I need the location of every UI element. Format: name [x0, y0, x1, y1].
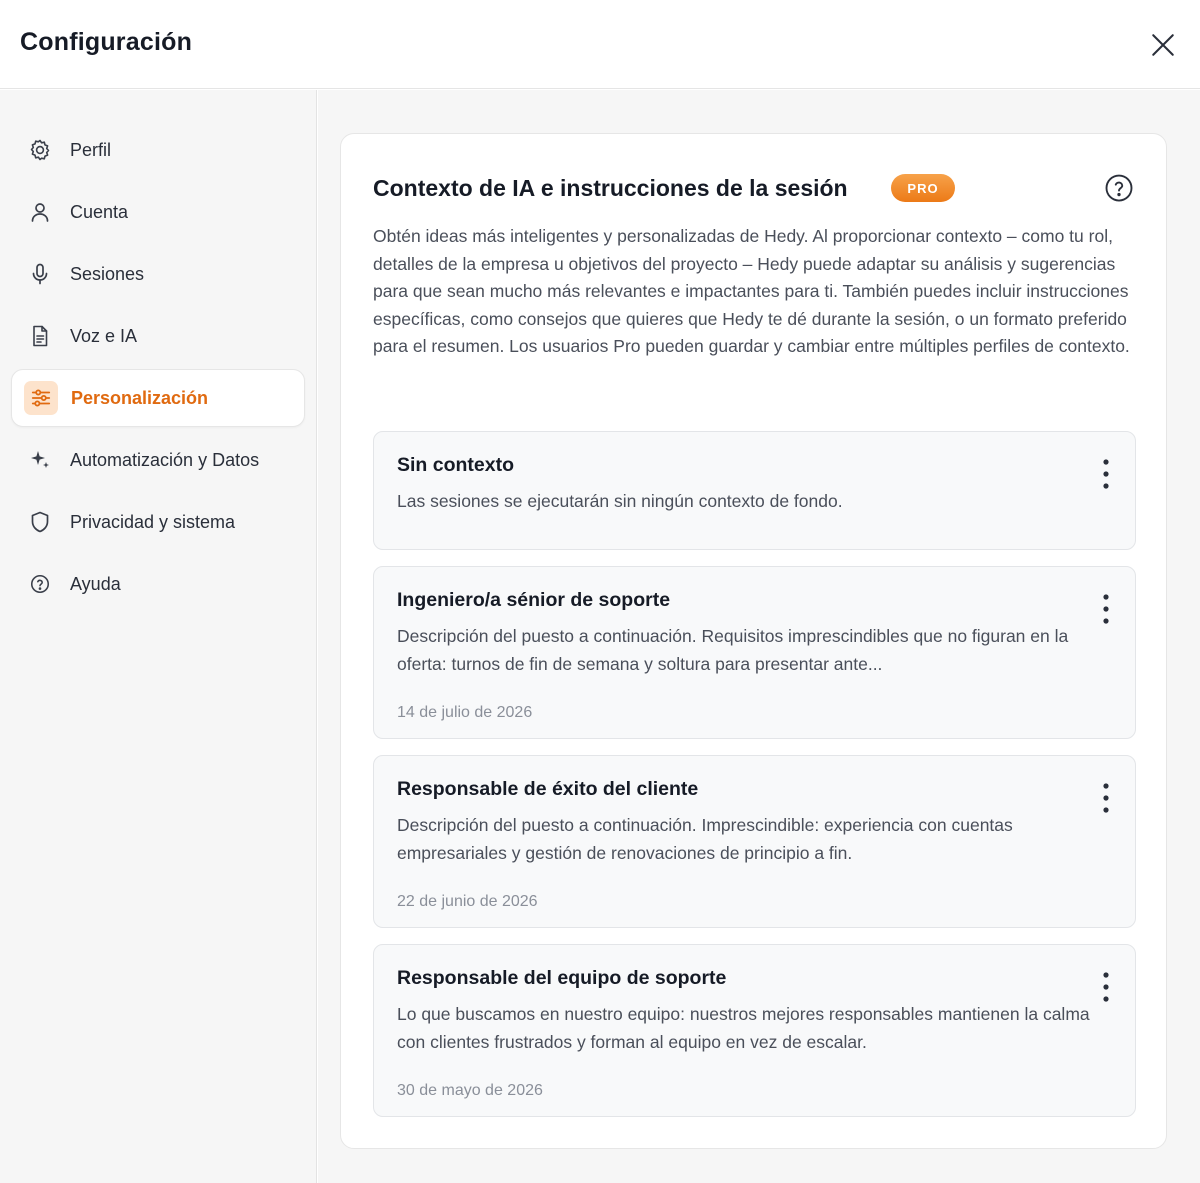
- help-circle-icon: [23, 567, 57, 601]
- more-vertical-icon: [1103, 783, 1109, 813]
- sidebar-item-label: Cuenta: [70, 201, 129, 222]
- more-vertical-icon: [1103, 594, 1109, 624]
- sidebar-item-cuenta[interactable]: Cuenta: [11, 183, 305, 241]
- sidebar-item-automatizacion[interactable]: Automatización y Datos: [11, 431, 305, 489]
- ai-context-panel: Contexto de IA e instrucciones de la ses…: [340, 133, 1167, 1149]
- sidebar-item-label: Voz e IA: [70, 325, 138, 346]
- pro-badge: PRO: [891, 174, 955, 202]
- section-title: Contexto de IA e instrucciones de la ses…: [373, 175, 848, 201]
- sidebar-item-label: Automatización y Datos: [70, 449, 260, 470]
- context-card-description: Descripción del puesto a continuación. R…: [397, 626, 1069, 674]
- close-button[interactable]: [1146, 28, 1180, 62]
- sidebar-item-ayuda[interactable]: Ayuda: [11, 555, 305, 613]
- main-content: Contexto de IA e instrucciones de la ses…: [318, 90, 1200, 1183]
- context-card-date: 14 de julio de 2026: [397, 704, 533, 721]
- sidebar-item-voz-e-ia[interactable]: Voz e IA: [11, 307, 305, 365]
- context-card[interactable]: Responsable del equipo de soporte Lo que…: [373, 944, 1136, 1117]
- context-card-date: 22 de junio de 2026: [397, 893, 538, 910]
- microphone-icon: [23, 257, 57, 291]
- help-circle-icon: [1105, 174, 1133, 202]
- page-title: Configuración: [20, 28, 193, 56]
- context-card-title: Ingeniero/a sénior de soporte: [397, 589, 671, 611]
- context-card-description: Lo que buscamos en nuestro equipo: nuest…: [397, 1004, 1090, 1052]
- sidebar-item-label: Sesiones: [70, 263, 145, 284]
- context-card-sin-contexto[interactable]: Sin contexto Las sesiones se ejecutarán …: [373, 431, 1136, 550]
- sidebar-item-sesiones[interactable]: Sesiones: [11, 245, 305, 303]
- gear-icon: [23, 133, 57, 167]
- sparkle-icon: [23, 443, 57, 477]
- sidebar-item-label: Ayuda: [70, 573, 121, 594]
- context-card-title: Responsable del equipo de soporte: [397, 967, 727, 989]
- sliders-icon: [24, 381, 58, 415]
- settings-sidebar: Perfil Cuenta Sesiones Voz e IA Personal…: [0, 90, 317, 1183]
- more-options-button[interactable]: [1092, 456, 1120, 492]
- more-options-button[interactable]: [1092, 780, 1120, 816]
- more-vertical-icon: [1103, 972, 1109, 1002]
- more-options-button[interactable]: [1092, 591, 1120, 627]
- context-card-description: Descripción del puesto a continuación. I…: [397, 815, 1013, 863]
- sidebar-item-privacidad[interactable]: Privacidad y sistema: [11, 493, 305, 551]
- sidebar-item-personalizacion[interactable]: Personalización: [11, 369, 305, 427]
- context-card[interactable]: Responsable de éxito del cliente Descrip…: [373, 755, 1136, 928]
- context-card-title: Responsable de éxito del cliente: [397, 778, 699, 800]
- user-icon: [23, 195, 57, 229]
- settings-header: Configuración: [0, 0, 1200, 89]
- sidebar-item-label: Personalización: [71, 387, 209, 408]
- context-card-title: Sin contexto: [397, 454, 515, 476]
- help-button[interactable]: [1103, 172, 1135, 204]
- context-card-description: Las sesiones se ejecutarán sin ningún co…: [397, 491, 843, 511]
- sidebar-item-label: Perfil: [70, 139, 112, 160]
- context-card-date: 30 de mayo de 2026: [397, 1082, 543, 1099]
- section-description: Obtén ideas más inteligentes y personali…: [373, 226, 1130, 357]
- context-card[interactable]: Ingeniero/a sénior de soporte Descripció…: [373, 566, 1136, 739]
- shield-icon: [23, 505, 57, 539]
- more-options-button[interactable]: [1092, 969, 1120, 1005]
- close-icon: [1152, 34, 1174, 56]
- sidebar-item-label: Privacidad y sistema: [70, 511, 236, 532]
- more-vertical-icon: [1103, 459, 1109, 489]
- sidebar-item-perfil[interactable]: Perfil: [11, 121, 305, 179]
- document-icon: [23, 319, 57, 353]
